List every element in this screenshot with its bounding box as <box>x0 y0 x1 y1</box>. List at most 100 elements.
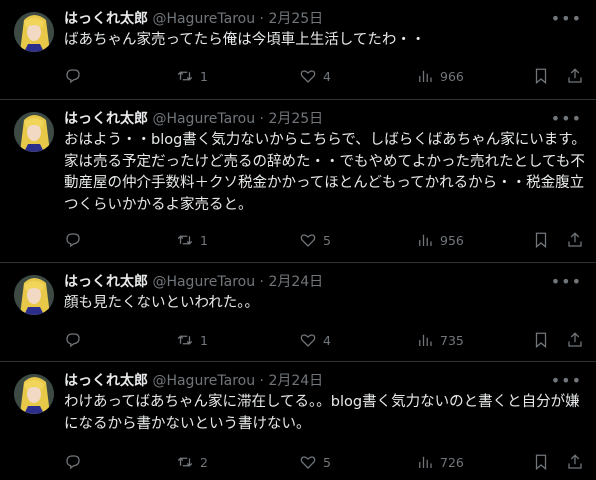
bookmark-button[interactable] <box>532 330 550 350</box>
share-icon <box>568 332 582 347</box>
tweet-actions: 1 4 735 <box>64 330 586 350</box>
tweet-actions: 1 4 966 <box>64 66 586 86</box>
reply-icon <box>66 333 80 348</box>
like-count: 4 <box>323 68 331 84</box>
view-count: 726 <box>440 454 464 470</box>
tweet-actions: 2 5 726 <box>64 452 586 472</box>
retweet-icon <box>177 457 193 467</box>
retweet-count: 1 <box>200 332 208 348</box>
retweet-count: 2 <box>200 454 208 470</box>
separator-dot: · <box>259 274 264 290</box>
heart-icon <box>300 456 316 469</box>
reply-icon <box>66 233 80 248</box>
retweet-button[interactable]: 1 <box>176 230 208 250</box>
user-handle[interactable]: @HagureTarou <box>152 274 255 290</box>
share-button[interactable] <box>566 330 584 350</box>
bookmark-icon <box>535 232 547 249</box>
tweet[interactable]: はっくれ太郎 @HagureTarou · 2月24日 ••• 顔も見たくないと… <box>0 263 596 362</box>
tweet-header: はっくれ太郎 @HagureTarou · 2月25日 <box>64 10 323 28</box>
tweet-text: わけあってばあちゃん家に滞在してる。。blog書く気力ないのと書くと自分が嫌にな… <box>64 394 580 432</box>
like-count: 5 <box>323 454 331 470</box>
heart-icon <box>300 334 316 347</box>
like-button[interactable]: 4 <box>299 330 331 350</box>
reply-icon <box>66 455 80 470</box>
like-button[interactable]: 5 <box>299 452 331 472</box>
display-name[interactable]: はっくれ太郎 <box>64 111 148 127</box>
bookmark-button[interactable] <box>532 66 550 86</box>
tweet-date[interactable]: 2月24日 <box>268 373 323 389</box>
views-icon <box>419 456 432 468</box>
share-icon <box>568 454 582 469</box>
retweet-icon <box>177 235 193 245</box>
share-icon <box>568 68 582 83</box>
view-count: 735 <box>440 332 464 348</box>
tweet-header: はっくれ太郎 @HagureTarou · 2月24日 <box>64 273 323 291</box>
tweet-date[interactable]: 2月25日 <box>268 111 323 127</box>
display-name[interactable]: はっくれ太郎 <box>64 11 148 27</box>
views-icon <box>419 334 432 346</box>
reply-button[interactable] <box>64 230 88 250</box>
views-button[interactable]: 726 <box>416 452 464 472</box>
avatar[interactable] <box>14 12 54 52</box>
tweet-text: ばあちゃん家売ってたら俺は今頃車上生活してたわ・・ <box>64 32 426 48</box>
like-button[interactable]: 5 <box>299 230 331 250</box>
tweet-date[interactable]: 2月25日 <box>268 11 323 27</box>
views-icon <box>419 70 432 82</box>
like-count: 5 <box>323 232 331 248</box>
tweet[interactable]: はっくれ太郎 @HagureTarou · 2月25日 ••• おはよう・・bl… <box>0 100 596 263</box>
tweet[interactable]: はっくれ太郎 @HagureTarou · 2月25日 ••• ばあちゃん家売っ… <box>0 0 596 100</box>
tweet-text: おはよう・・blog書く気力ないからこちらで、しばらくばあちゃん家にいます。家は… <box>64 132 586 213</box>
like-count: 4 <box>323 332 331 348</box>
share-button[interactable] <box>566 230 584 250</box>
bookmark-icon <box>535 68 547 85</box>
heart-icon <box>300 70 316 83</box>
views-button[interactable]: 956 <box>416 230 464 250</box>
views-button[interactable]: 966 <box>416 66 464 86</box>
view-count: 966 <box>440 68 464 84</box>
bookmark-icon <box>535 332 547 349</box>
display-name[interactable]: はっくれ太郎 <box>64 373 148 389</box>
retweet-icon <box>177 335 193 345</box>
tweet-date[interactable]: 2月24日 <box>268 274 323 290</box>
tweet-header: はっくれ太郎 @HagureTarou · 2月25日 <box>64 110 323 128</box>
avatar[interactable] <box>14 374 54 414</box>
retweet-count: 1 <box>200 68 208 84</box>
more-icon[interactable]: ••• <box>551 109 582 128</box>
display-name[interactable]: はっくれ太郎 <box>64 274 148 290</box>
retweet-count: 1 <box>200 232 208 248</box>
share-icon <box>568 232 582 247</box>
views-button[interactable]: 735 <box>416 330 464 350</box>
share-button[interactable] <box>566 66 584 86</box>
reply-button[interactable] <box>64 330 88 350</box>
heart-icon <box>300 234 316 247</box>
more-icon[interactable]: ••• <box>551 272 582 291</box>
avatar[interactable] <box>14 112 54 152</box>
like-button[interactable]: 4 <box>299 66 331 86</box>
view-count: 956 <box>440 232 464 248</box>
retweet-icon <box>177 71 193 81</box>
avatar[interactable] <box>14 275 54 315</box>
more-icon[interactable]: ••• <box>551 371 582 390</box>
retweet-button[interactable]: 2 <box>176 452 208 472</box>
more-icon[interactable]: ••• <box>551 9 582 28</box>
bookmark-button[interactable] <box>532 230 550 250</box>
user-handle[interactable]: @HagureTarou <box>152 11 255 27</box>
tweet[interactable]: はっくれ太郎 @HagureTarou · 2月24日 ••• わけあってばあち… <box>0 362 596 480</box>
tweet-actions: 1 5 956 <box>64 230 586 250</box>
reply-button[interactable] <box>64 66 88 86</box>
retweet-button[interactable]: 1 <box>176 66 208 86</box>
share-button[interactable] <box>566 452 584 472</box>
retweet-button[interactable]: 1 <box>176 330 208 350</box>
reply-icon <box>66 69 80 84</box>
reply-button[interactable] <box>64 452 88 472</box>
tweet-text: 顔も見たくないといわれた。。 <box>64 295 260 311</box>
user-handle[interactable]: @HagureTarou <box>152 111 255 127</box>
bookmark-icon <box>535 454 547 471</box>
separator-dot: · <box>259 11 264 27</box>
user-handle[interactable]: @HagureTarou <box>152 373 255 389</box>
separator-dot: · <box>259 373 264 389</box>
tweet-header: はっくれ太郎 @HagureTarou · 2月24日 <box>64 372 323 390</box>
separator-dot: · <box>259 111 264 127</box>
views-icon <box>419 234 432 246</box>
bookmark-button[interactable] <box>532 452 550 472</box>
